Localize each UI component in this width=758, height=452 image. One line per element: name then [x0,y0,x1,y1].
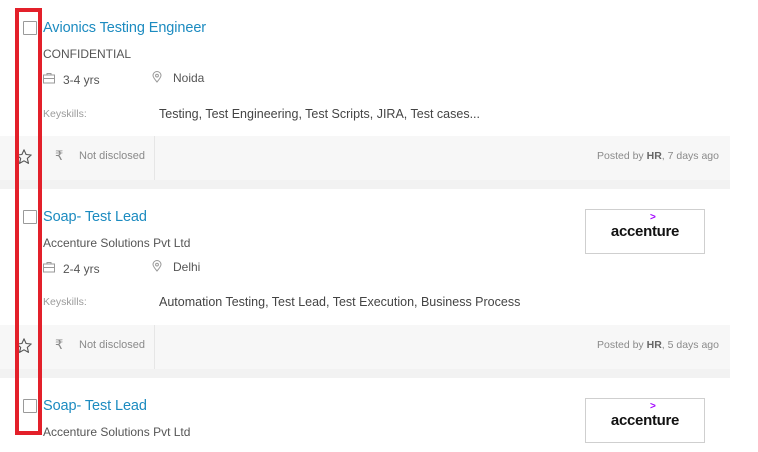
location-text: Delhi [173,260,201,274]
job-title-link[interactable]: Avionics Testing Engineer [43,20,206,36]
salary-text: Not disclosed [79,339,146,351]
job-card[interactable]: Soap- Test Lead Accenture Solutions Pvt … [0,189,730,369]
company-logo-text: accenture [610,223,680,240]
location-pin-icon [152,260,162,272]
keyskills-label: Keyskills: [43,296,87,308]
job-title-link[interactable]: Soap- Test Lead [43,209,147,225]
card-separator [0,180,730,189]
posted-by: HR [646,150,662,162]
experience-text: 2-4 yrs [63,262,100,276]
job-title-link[interactable]: Soap- Test Lead [43,398,147,414]
keyskills-value: Automation Testing, Test Lead, Test Exec… [159,295,521,309]
footer-divider [154,325,155,369]
briefcase-icon [43,262,55,273]
posted-by: HR [646,339,662,351]
posted-age: , 7 days ago [661,150,719,162]
posted-info: Posted by HR, 5 days ago [597,339,719,351]
location-text: Noida [173,71,205,85]
star-icon[interactable] [15,337,33,355]
company-name: Accenture Solutions Pvt Ltd [43,236,191,250]
job-select-checkbox[interactable] [23,399,37,413]
job-card-footer: ₹ Not disclosed Posted by HR, 7 days ago [0,136,730,180]
brand-mark-icon: > [650,401,656,412]
posted-prefix: Posted by [596,339,644,351]
footer-divider [154,136,155,180]
company-name: Accenture Solutions Pvt Ltd [43,425,191,439]
briefcase-icon [43,73,55,84]
rupee-icon: ₹ [55,337,64,352]
experience-text: 3-4 yrs [63,73,100,87]
job-card-footer: ₹ Not disclosed Posted by HR, 5 days ago [0,325,730,369]
job-select-checkbox[interactable] [23,21,37,35]
salary-text: Not disclosed [79,150,146,162]
company-logo[interactable]: > accenture [585,209,705,254]
company-logo-text: accenture [610,412,680,429]
posted-age: , 5 days ago [661,339,719,351]
job-card[interactable]: Avionics Testing Engineer CONFIDENTIAL 3… [0,0,730,180]
location-pin-icon [152,71,162,83]
rupee-icon: ₹ [55,148,64,163]
company-logo[interactable]: > accenture [585,398,705,443]
posted-info: Posted by HR, 7 days ago [597,150,719,162]
keyskills-label: Keyskills: [43,108,87,120]
brand-mark-icon: > [650,212,656,223]
posted-prefix: Posted by [596,150,644,162]
star-icon[interactable] [15,148,33,166]
keyskills-value: Testing, Test Engineering, Test Scripts,… [159,107,480,121]
company-name: CONFIDENTIAL [43,47,132,61]
job-card[interactable]: Soap- Test Lead Accenture Solutions Pvt … [0,378,730,452]
job-select-checkbox[interactable] [23,210,37,224]
card-separator [0,369,730,378]
